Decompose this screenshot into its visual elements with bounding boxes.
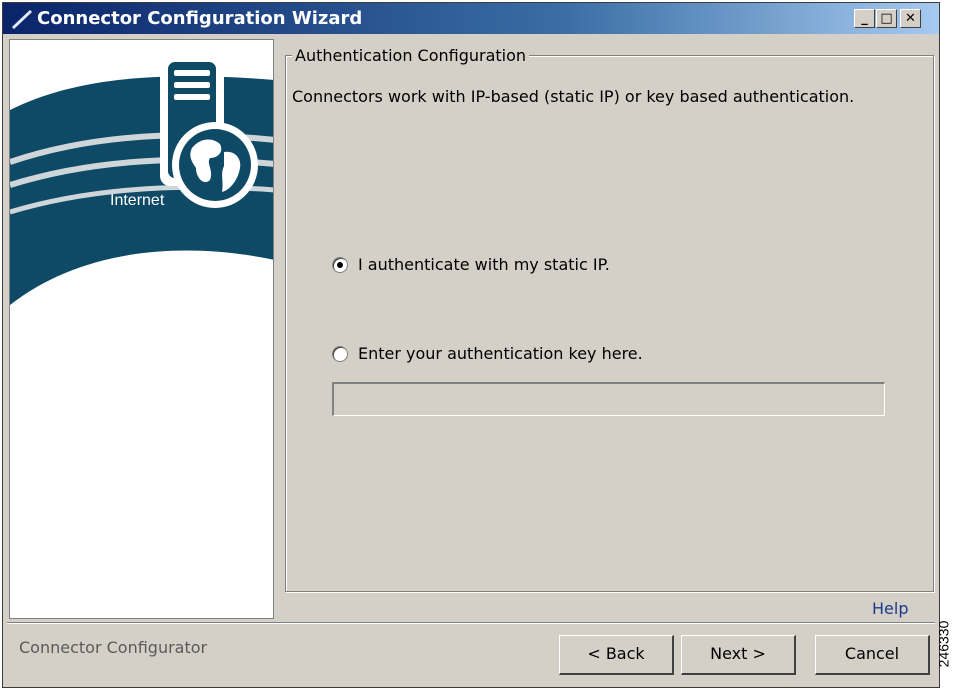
status-text: Connector Configurator bbox=[19, 638, 208, 657]
static-ip-label: I authenticate with my static IP. bbox=[358, 255, 610, 274]
internet-illustration bbox=[10, 54, 273, 305]
wand-icon bbox=[11, 9, 33, 29]
auth-key-input[interactable] bbox=[332, 382, 885, 416]
title-bar[interactable]: Connector Configuration Wizard _ □ ✕ bbox=[3, 3, 939, 34]
next-button[interactable]: Next > bbox=[681, 635, 796, 675]
wizard-window: Connector Configuration Wizard _ □ ✕ Int… bbox=[2, 2, 940, 688]
cancel-button[interactable]: Cancel bbox=[815, 635, 930, 675]
wizard-side-panel: Internet bbox=[9, 39, 274, 619]
auth-key-option[interactable]: Enter your authentication key here. bbox=[332, 344, 643, 363]
close-button[interactable]: ✕ bbox=[900, 9, 921, 28]
auth-key-radio[interactable] bbox=[332, 345, 348, 362]
minimize-button[interactable]: _ bbox=[854, 9, 875, 28]
maximize-button[interactable]: □ bbox=[876, 9, 897, 28]
static-ip-option[interactable]: I authenticate with my static IP. bbox=[332, 255, 610, 274]
static-ip-radio[interactable] bbox=[332, 256, 348, 273]
figure-id: 246330 bbox=[935, 612, 964, 682]
auth-key-label: Enter your authentication key here. bbox=[358, 344, 643, 363]
help-link[interactable]: Help bbox=[872, 599, 908, 618]
internet-label: Internet bbox=[110, 192, 165, 209]
auth-description: Connectors work with IP-based (static IP… bbox=[292, 87, 855, 106]
auth-groupbox bbox=[285, 55, 934, 592]
footer-separator bbox=[7, 622, 935, 624]
radio-dot bbox=[337, 261, 343, 268]
auth-group-title: Authentication Configuration bbox=[292, 46, 530, 65]
back-button[interactable]: < Back bbox=[559, 635, 674, 675]
figure-id-text: 246330 bbox=[935, 620, 952, 668]
window-title: Connector Configuration Wizard bbox=[37, 8, 363, 29]
content-area: Authentication Configuration Connectors … bbox=[276, 39, 936, 619]
